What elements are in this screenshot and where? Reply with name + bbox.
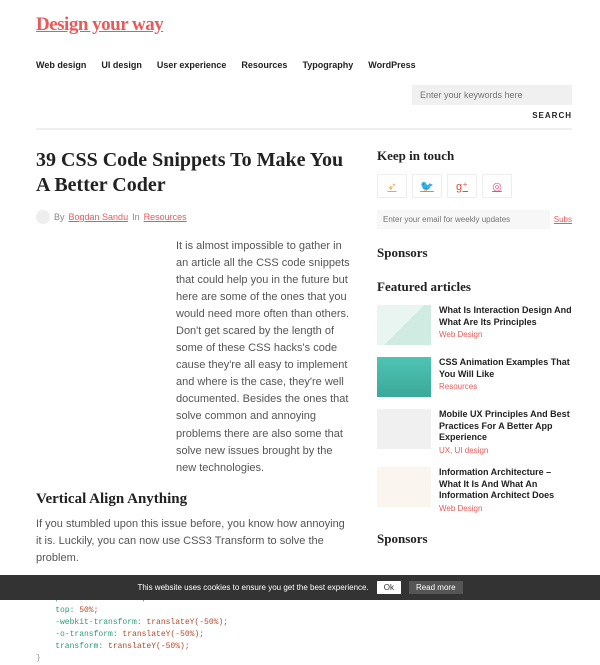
intro-paragraph: It is almost impossible to gather in an … xyxy=(176,238,351,477)
featured-item[interactable]: CSS Animation Examples That You Will Lik… xyxy=(377,357,572,397)
category-link[interactable]: Resources xyxy=(144,212,187,222)
featured-item[interactable]: Information Architecture – What It Is An… xyxy=(377,467,572,513)
article-title: 39 CSS Code Snippets To Make You A Bette… xyxy=(36,148,351,198)
social-row: ➶ 🐦 g⁺ ◎ xyxy=(377,174,572,198)
featured-item[interactable]: What Is Interaction Design And What Are … xyxy=(377,305,572,345)
byline-by: By xyxy=(54,212,65,222)
featured-category: Resources xyxy=(439,382,572,391)
sponsors-heading-2: Sponsors xyxy=(377,531,572,547)
featured-heading: Featured articles xyxy=(377,279,572,295)
nav-typography[interactable]: Typography xyxy=(302,60,353,70)
featured-category: Web Design xyxy=(439,330,572,339)
main-nav: Web design UI design User experience Res… xyxy=(36,60,572,105)
sponsors-heading: Sponsors xyxy=(377,245,572,261)
nav-wordpress[interactable]: WordPress xyxy=(368,60,415,70)
nav-divider xyxy=(36,128,572,130)
cookie-readmore-button[interactable]: Read more xyxy=(409,581,463,594)
featured-item[interactable]: Mobile UX Principles And Best Practices … xyxy=(377,409,572,455)
nav-ui-design[interactable]: UI design xyxy=(101,60,142,70)
cookie-ok-button[interactable]: Ok xyxy=(377,581,401,594)
section-paragraph: If you stumbled upon this issue before, … xyxy=(36,516,351,567)
rss-icon[interactable]: ➶ xyxy=(377,174,407,198)
nav-resources[interactable]: Resources xyxy=(241,60,287,70)
featured-category: Web Design xyxy=(439,504,572,513)
site-logo[interactable]: Design your way xyxy=(36,14,163,35)
thumbnail xyxy=(377,357,431,397)
googleplus-icon[interactable]: g⁺ xyxy=(447,174,477,198)
featured-title: Information Architecture – What It Is An… xyxy=(439,467,572,502)
nav-web-design[interactable]: Web design xyxy=(36,60,86,70)
nav-user-experience[interactable]: User experience xyxy=(157,60,227,70)
search-button[interactable]: SEARCH xyxy=(532,111,572,120)
dribbble-icon[interactable]: ◎ xyxy=(482,174,512,198)
featured-title: Mobile UX Principles And Best Practices … xyxy=(439,409,572,444)
avatar xyxy=(36,210,50,224)
thumbnail xyxy=(377,409,431,449)
subscribe-button[interactable]: Subs xyxy=(554,215,572,224)
author-link[interactable]: Bogdan Sandu xyxy=(69,212,129,222)
featured-title: What Is Interaction Design And What Are … xyxy=(439,305,572,328)
byline: By Bogdan Sandu In Resources xyxy=(36,210,351,224)
newsletter-input[interactable] xyxy=(377,210,550,229)
featured-title: CSS Animation Examples That You Will Lik… xyxy=(439,357,572,380)
cookie-banner: This website uses cookies to ensure you … xyxy=(0,575,600,600)
thumbnail xyxy=(377,305,431,345)
twitter-icon[interactable]: 🐦 xyxy=(412,174,442,198)
search-input[interactable] xyxy=(412,85,572,105)
featured-category: UX, UI design xyxy=(439,446,572,455)
cookie-text: This website uses cookies to ensure you … xyxy=(137,583,368,592)
section-heading: Vertical Align Anything xyxy=(36,491,351,508)
keep-in-touch-heading: Keep in touch xyxy=(377,148,572,164)
thumbnail xyxy=(377,467,431,507)
byline-in: In xyxy=(132,212,140,222)
